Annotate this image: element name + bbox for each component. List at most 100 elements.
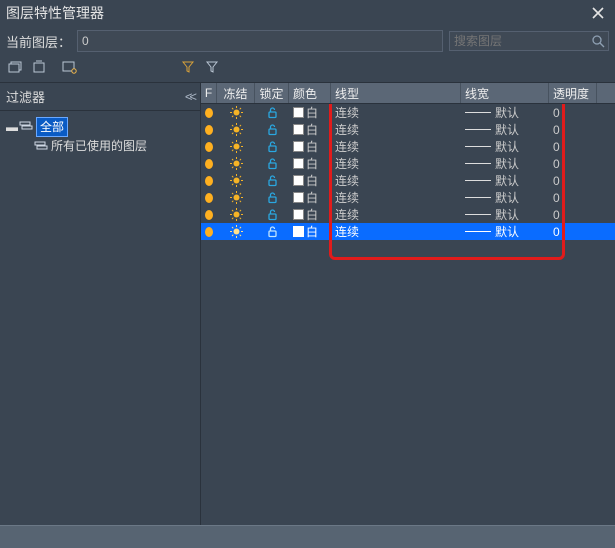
freeze-cell[interactable] (217, 104, 255, 121)
new-layer-button[interactable] (6, 58, 24, 76)
table-row[interactable]: 白连续默认0 (201, 121, 615, 138)
flag-cell[interactable] (201, 206, 217, 223)
search-layer-input[interactable] (449, 31, 609, 51)
lineweight-sample-icon (465, 112, 491, 113)
color-cell[interactable]: 白 (289, 189, 331, 206)
color-cell[interactable]: 白 (289, 172, 331, 189)
layer-on-icon (205, 176, 213, 186)
layer-on-icon (205, 193, 213, 203)
flag-cell[interactable] (201, 189, 217, 206)
opacity-cell[interactable]: 0 (549, 206, 597, 223)
linetype-cell[interactable]: 连续 (331, 104, 461, 121)
color-cell[interactable]: 白 (289, 155, 331, 172)
layer-states-button[interactable] (60, 58, 78, 76)
lock-icon (266, 225, 279, 238)
flag-cell[interactable] (201, 155, 217, 172)
color-cell[interactable]: 白 (289, 138, 331, 155)
close-button[interactable] (587, 6, 609, 20)
lock-cell[interactable] (255, 223, 289, 240)
lock-cell[interactable] (255, 104, 289, 121)
flag-cell[interactable] (201, 138, 217, 155)
color-swatch (293, 141, 304, 152)
opacity-cell[interactable]: 0 (549, 104, 597, 121)
linetype-cell[interactable]: 连续 (331, 189, 461, 206)
lineweight-cell[interactable]: 默认 (461, 138, 549, 155)
lock-cell[interactable] (255, 121, 289, 138)
table-row[interactable]: 白连续默认0 (201, 189, 615, 206)
lineweight-cell[interactable]: 默认 (461, 189, 549, 206)
lock-cell[interactable] (255, 138, 289, 155)
freeze-cell[interactable] (217, 138, 255, 155)
freeze-cell[interactable] (217, 121, 255, 138)
flag-cell[interactable] (201, 121, 217, 138)
color-swatch (293, 107, 304, 118)
lineweight-cell[interactable]: 默认 (461, 104, 549, 121)
color-cell[interactable]: 白 (289, 206, 331, 223)
linetype-cell[interactable]: 连续 (331, 223, 461, 240)
table-row[interactable]: 白连续默认0 (201, 206, 615, 223)
tree-collapse-icon[interactable]: ▬ (6, 118, 16, 136)
opacity-cell[interactable]: 0 (549, 155, 597, 172)
flag-cell[interactable] (201, 223, 217, 240)
color-label: 白 (306, 223, 318, 240)
lineweight-cell[interactable]: 默认 (461, 172, 549, 189)
lock-cell[interactable] (255, 189, 289, 206)
freeze-cell[interactable] (217, 206, 255, 223)
flag-cell[interactable] (201, 172, 217, 189)
lock-cell[interactable] (255, 155, 289, 172)
freeze-cell[interactable] (217, 155, 255, 172)
table-row[interactable]: 白连续默认0 (201, 172, 615, 189)
lineweight-cell[interactable]: 默认 (461, 223, 549, 240)
color-label: 白 (306, 189, 318, 206)
toggle-filter-button-2[interactable] (204, 58, 222, 76)
tree-node-used-label: 所有已使用的图层 (51, 137, 147, 155)
lineweight-cell[interactable]: 默认 (461, 121, 549, 138)
current-layer-input[interactable] (77, 30, 443, 52)
col-freeze[interactable]: 冻结 (217, 83, 255, 103)
linetype-cell[interactable]: 连续 (331, 172, 461, 189)
lineweight-sample-icon (465, 214, 491, 215)
current-layer-row: 当前图层： (0, 26, 615, 56)
color-swatch (293, 209, 304, 220)
col-linetype[interactable]: 线型 (331, 83, 461, 103)
linetype-cell[interactable]: 连续 (331, 121, 461, 138)
lock-cell[interactable] (255, 172, 289, 189)
opacity-cell[interactable]: 0 (549, 138, 597, 155)
collapse-filters-icon[interactable]: << (185, 89, 194, 104)
color-cell[interactable]: 白 (289, 104, 331, 121)
lineweight-cell[interactable]: 默认 (461, 206, 549, 223)
color-swatch (293, 158, 304, 169)
col-flag[interactable]: F (201, 83, 217, 103)
opacity-cell[interactable]: 0 (549, 189, 597, 206)
toggle-filter-button-1[interactable] (180, 58, 198, 76)
toolbar-group-right (180, 58, 222, 76)
freeze-cell[interactable] (217, 189, 255, 206)
freeze-cell[interactable] (217, 172, 255, 189)
opacity-cell[interactable]: 0 (549, 172, 597, 189)
table-row[interactable]: 白连续默认0 (201, 104, 615, 121)
color-label: 白 (306, 138, 318, 155)
flag-cell[interactable] (201, 104, 217, 121)
col-lock[interactable]: 锁定 (255, 83, 289, 103)
delete-layer-button[interactable] (30, 58, 48, 76)
tree-row-used[interactable]: 所有已使用的图层 (34, 137, 194, 155)
linetype-cell[interactable]: 连续 (331, 138, 461, 155)
table-row[interactable]: 白连续默认0 (201, 223, 615, 240)
opacity-cell[interactable]: 0 (549, 121, 597, 138)
col-lineweight[interactable]: 线宽 (461, 83, 549, 103)
title-bar: 图层特性管理器 (0, 0, 615, 26)
linetype-cell[interactable]: 连续 (331, 155, 461, 172)
filter-header: 过滤器 << (0, 83, 200, 111)
lineweight-cell[interactable]: 默认 (461, 155, 549, 172)
table-row[interactable]: 白连续默认0 (201, 138, 615, 155)
table-row[interactable]: 白连续默认0 (201, 155, 615, 172)
col-color[interactable]: 颜色 (289, 83, 331, 103)
color-cell[interactable]: 白 (289, 223, 331, 240)
tree-row-all[interactable]: ▬ 全部 (6, 117, 194, 137)
opacity-cell[interactable]: 0 (549, 223, 597, 240)
linetype-cell[interactable]: 连续 (331, 206, 461, 223)
col-opacity[interactable]: 透明度 (549, 83, 597, 103)
color-cell[interactable]: 白 (289, 121, 331, 138)
freeze-cell[interactable] (217, 223, 255, 240)
lock-cell[interactable] (255, 206, 289, 223)
